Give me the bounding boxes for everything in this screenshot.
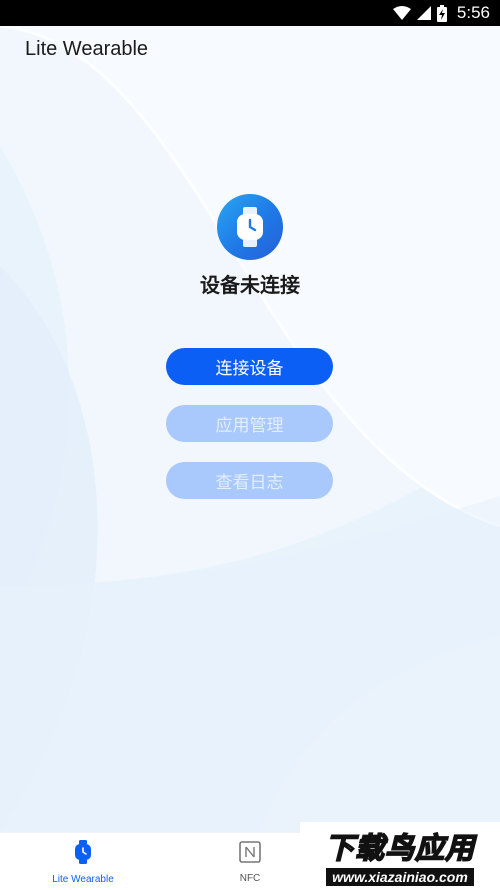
watch-icon bbox=[217, 194, 283, 260]
connect-device-button[interactable]: 连接设备 bbox=[166, 348, 333, 385]
watch-icon bbox=[75, 839, 91, 868]
wifi-icon bbox=[392, 6, 411, 20]
clock: 5:56 bbox=[456, 3, 490, 22]
watermark-url: www.xiazainiao.com bbox=[326, 867, 474, 886]
tab-label: Lite Wearable bbox=[52, 873, 114, 885]
signal-icon bbox=[416, 6, 431, 20]
nfc-icon bbox=[239, 840, 261, 867]
view-logs-button[interactable]: 查看日志 bbox=[166, 462, 333, 499]
status-bar: 5:56 bbox=[0, 0, 500, 26]
connection-status: 设备未连接 bbox=[200, 273, 300, 297]
tab-lite-wearable[interactable]: Lite Wearable bbox=[23, 833, 143, 890]
watermark: 下载鸟应用 www.xiazainiao.com bbox=[300, 822, 500, 888]
tab-label: NFC bbox=[239, 872, 261, 884]
tab-nfc[interactable]: NFC bbox=[190, 833, 310, 890]
app-management-button[interactable]: 应用管理 bbox=[166, 405, 333, 442]
watermark-title: 下载鸟应用 bbox=[324, 830, 475, 866]
app-title: Lite Wearable bbox=[25, 38, 149, 60]
battery-charging-icon bbox=[436, 4, 447, 22]
